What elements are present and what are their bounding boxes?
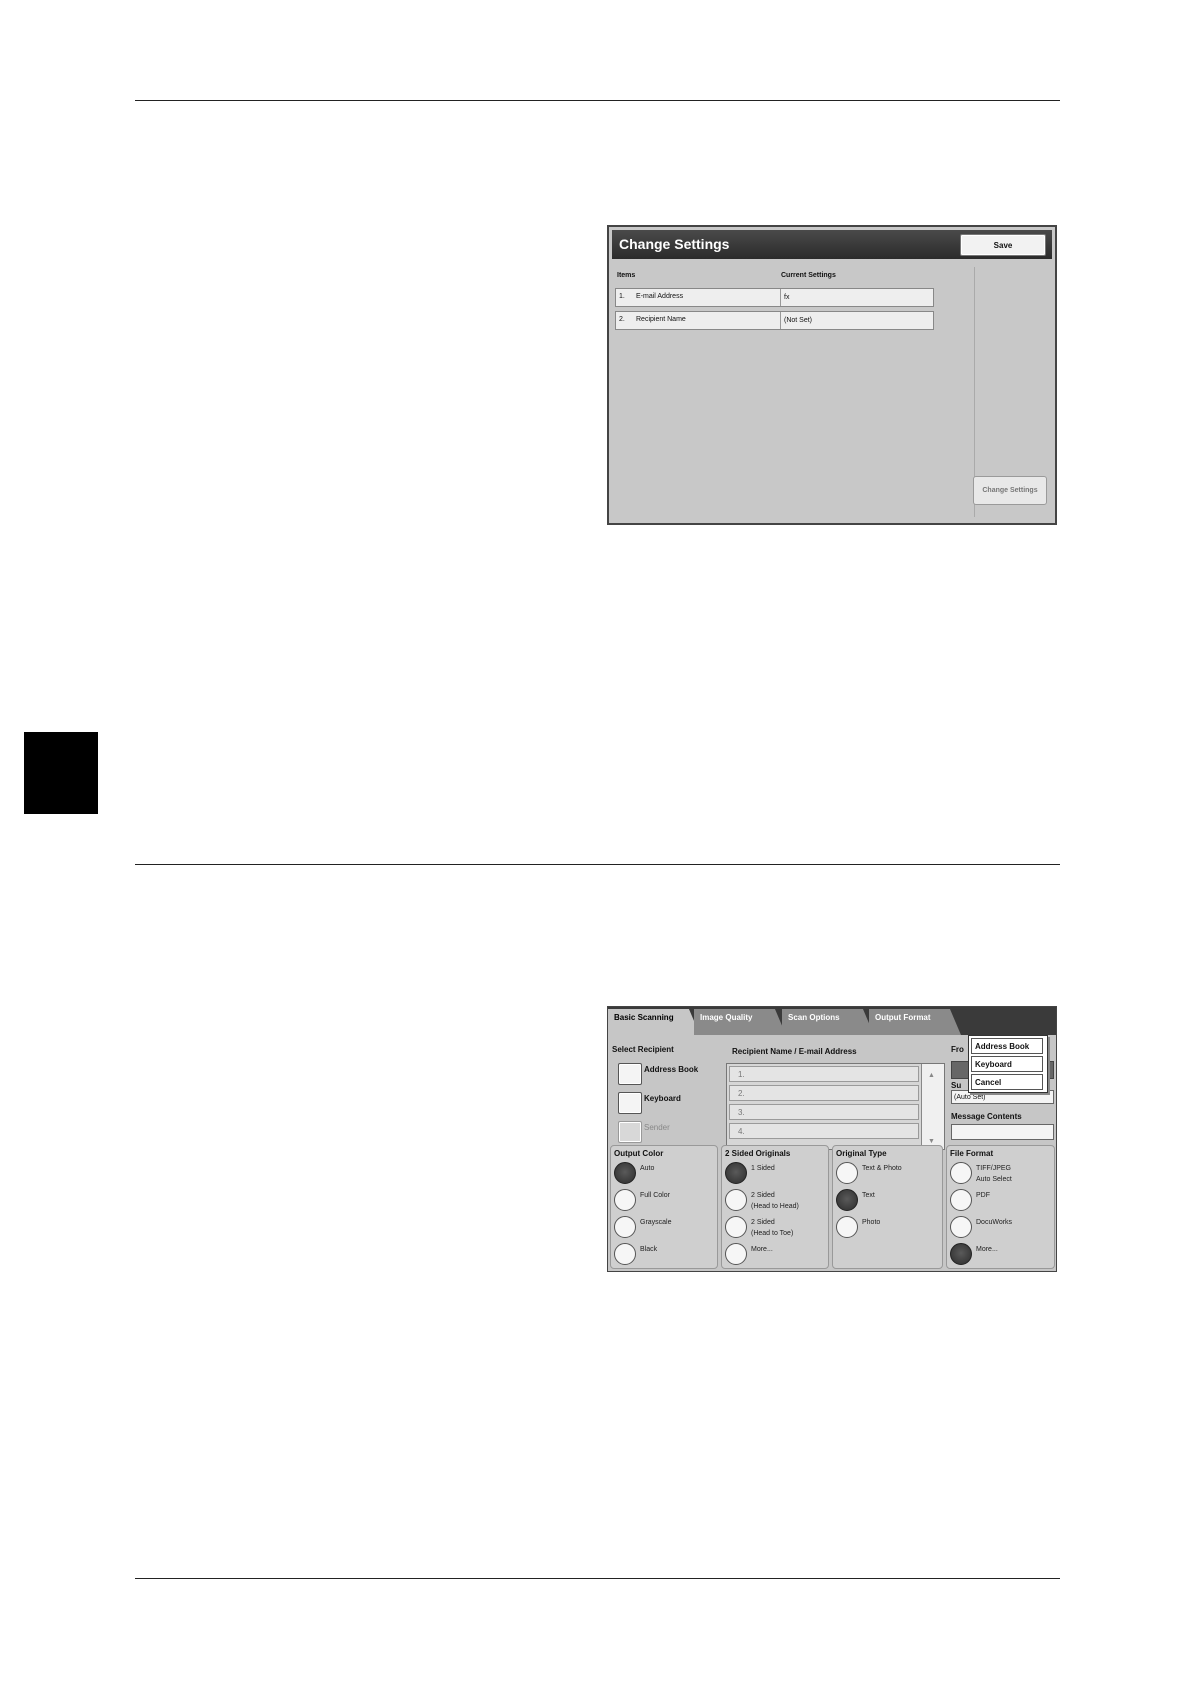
change-settings-screen: Change Settings Save Items Current Setti… — [607, 225, 1057, 525]
select-recipient-popup: Address Book Keyboard Cancel — [968, 1035, 1048, 1093]
radio-option[interactable] — [836, 1162, 858, 1184]
radio-option-label: Text — [862, 1192, 875, 1199]
items-header: Items — [617, 272, 636, 279]
list-item[interactable]: 1. — [729, 1066, 919, 1082]
file-format-panel: File Format TIFF/JPEG Auto Select PDF Docu… — [946, 1145, 1055, 1269]
tab-basic-scanning[interactable]: Basic Scanning — [608, 1009, 700, 1035]
recipient-list-header: Recipient Name / E-mail Address — [732, 1047, 857, 1056]
scan-screen: Basic Scanning Image Quality Scan Option… — [607, 1006, 1057, 1272]
change-settings-button[interactable]: Change Settings — [973, 476, 1047, 505]
radio-option-label: Grayscale — [640, 1219, 672, 1226]
radio-option[interactable] — [950, 1243, 972, 1265]
row-name: E-mail Address — [636, 293, 684, 300]
list-item[interactable]: 4. — [729, 1123, 919, 1139]
address-book-button[interactable] — [618, 1063, 642, 1085]
output-color-panel: Output Color Auto Full Color Grayscale Blac… — [610, 1145, 718, 1269]
from-label: Fro — [951, 1045, 964, 1054]
tab-output-format[interactable]: Output Format — [869, 1009, 961, 1035]
radio-option[interactable] — [950, 1189, 972, 1211]
bottom-rule — [135, 1578, 1060, 1579]
radio-option[interactable] — [836, 1189, 858, 1211]
settings-row[interactable]: 1. E-mail Address fx — [615, 288, 934, 307]
tab-image-quality[interactable]: Image Quality — [694, 1009, 786, 1035]
popup-cancel[interactable]: Cancel — [971, 1074, 1043, 1090]
radio-option-label: Auto — [640, 1165, 655, 1172]
recipient-list: 1. 2. 3. 4. ▲ ▼ — [726, 1063, 945, 1150]
settings-row[interactable]: 2. Recipient Name (Not Set) — [615, 311, 934, 330]
radio-option[interactable] — [950, 1216, 972, 1238]
popup-address-book[interactable]: Address Book — [971, 1038, 1043, 1054]
tab-strip: Basic Scanning Image Quality Scan Option… — [608, 1007, 1056, 1035]
radio-option[interactable] — [950, 1162, 972, 1184]
radio-option[interactable] — [614, 1189, 636, 1211]
top-rule — [135, 100, 1060, 101]
radio-option-label: TIFF/JPEG Auto Select — [976, 1165, 1012, 1183]
output-color-title: Output Color — [614, 1149, 664, 1158]
scroll-down-icon[interactable]: ▼ — [928, 1138, 935, 1145]
radio-option-label: 2 Sided (Head to Toe) — [751, 1219, 794, 1237]
scrollbar[interactable]: ▲ ▼ — [921, 1064, 944, 1149]
original-type-title: Original Type — [836, 1149, 887, 1158]
row-value: fx — [780, 289, 789, 306]
radio-option[interactable] — [614, 1162, 636, 1184]
two-sided-originals-title: 2 Sided Originals — [725, 1149, 791, 1158]
sender-button[interactable] — [618, 1121, 642, 1143]
save-button[interactable]: Save — [960, 234, 1046, 256]
radio-option-label: Black — [640, 1246, 658, 1253]
message-contents-field[interactable] — [951, 1124, 1054, 1140]
popup-keyboard[interactable]: Keyboard — [971, 1056, 1043, 1072]
radio-option-label: 2 Sided (Head to Head) — [751, 1192, 799, 1210]
row-value: (Not Set) — [780, 312, 812, 329]
file-format-title: File Format — [950, 1149, 994, 1158]
radio-option-label: DocuWorks — [976, 1219, 1013, 1226]
scroll-up-icon[interactable]: ▲ — [928, 1072, 935, 1079]
row-name: Recipient Name — [636, 316, 686, 323]
select-recipient-label: Select Recipient — [612, 1045, 674, 1054]
radio-option-label: Photo — [862, 1219, 881, 1226]
radio-option[interactable] — [614, 1216, 636, 1238]
list-item[interactable]: 3. — [729, 1104, 919, 1120]
radio-option[interactable] — [725, 1162, 747, 1184]
sender-label: Sender — [644, 1123, 670, 1132]
radio-option[interactable] — [725, 1243, 747, 1265]
radio-option-label: More... — [976, 1246, 998, 1253]
radio-option-label: Text & Photo — [862, 1165, 902, 1172]
radio-option-label: More... — [751, 1246, 773, 1253]
keyboard-button[interactable] — [618, 1092, 642, 1114]
radio-option[interactable] — [725, 1189, 747, 1211]
chapter-tab — [24, 732, 98, 814]
current-settings-header: Current Settings — [781, 272, 836, 279]
keyboard-label: Keyboard — [644, 1094, 681, 1103]
message-contents-label: Message Contents — [951, 1112, 1022, 1121]
radio-option[interactable] — [836, 1216, 858, 1238]
original-type-panel: Original Type Text & Photo Text Photo — [832, 1145, 943, 1269]
tab-scan-options[interactable]: Scan Options — [782, 1009, 874, 1035]
list-item[interactable]: 2. — [729, 1085, 919, 1101]
row-number: 2. — [619, 316, 625, 323]
radio-option-label: Full Color — [640, 1192, 670, 1199]
address-book-label: Address Book — [644, 1065, 699, 1074]
radio-option-label: 1 Sided — [751, 1165, 775, 1172]
subject-label: Su — [951, 1081, 962, 1090]
radio-option[interactable] — [725, 1216, 747, 1238]
two-sided-originals-panel: 2 Sided Originals 1 Sided 2 Sided (Head t… — [721, 1145, 829, 1269]
row-number: 1. — [619, 293, 625, 300]
screen-title: Change Settings — [619, 236, 730, 252]
title-bar: Change Settings Save — [612, 230, 1052, 259]
radio-option-label: PDF — [976, 1192, 990, 1199]
middle-rule — [135, 864, 1060, 865]
radio-option[interactable] — [614, 1243, 636, 1265]
